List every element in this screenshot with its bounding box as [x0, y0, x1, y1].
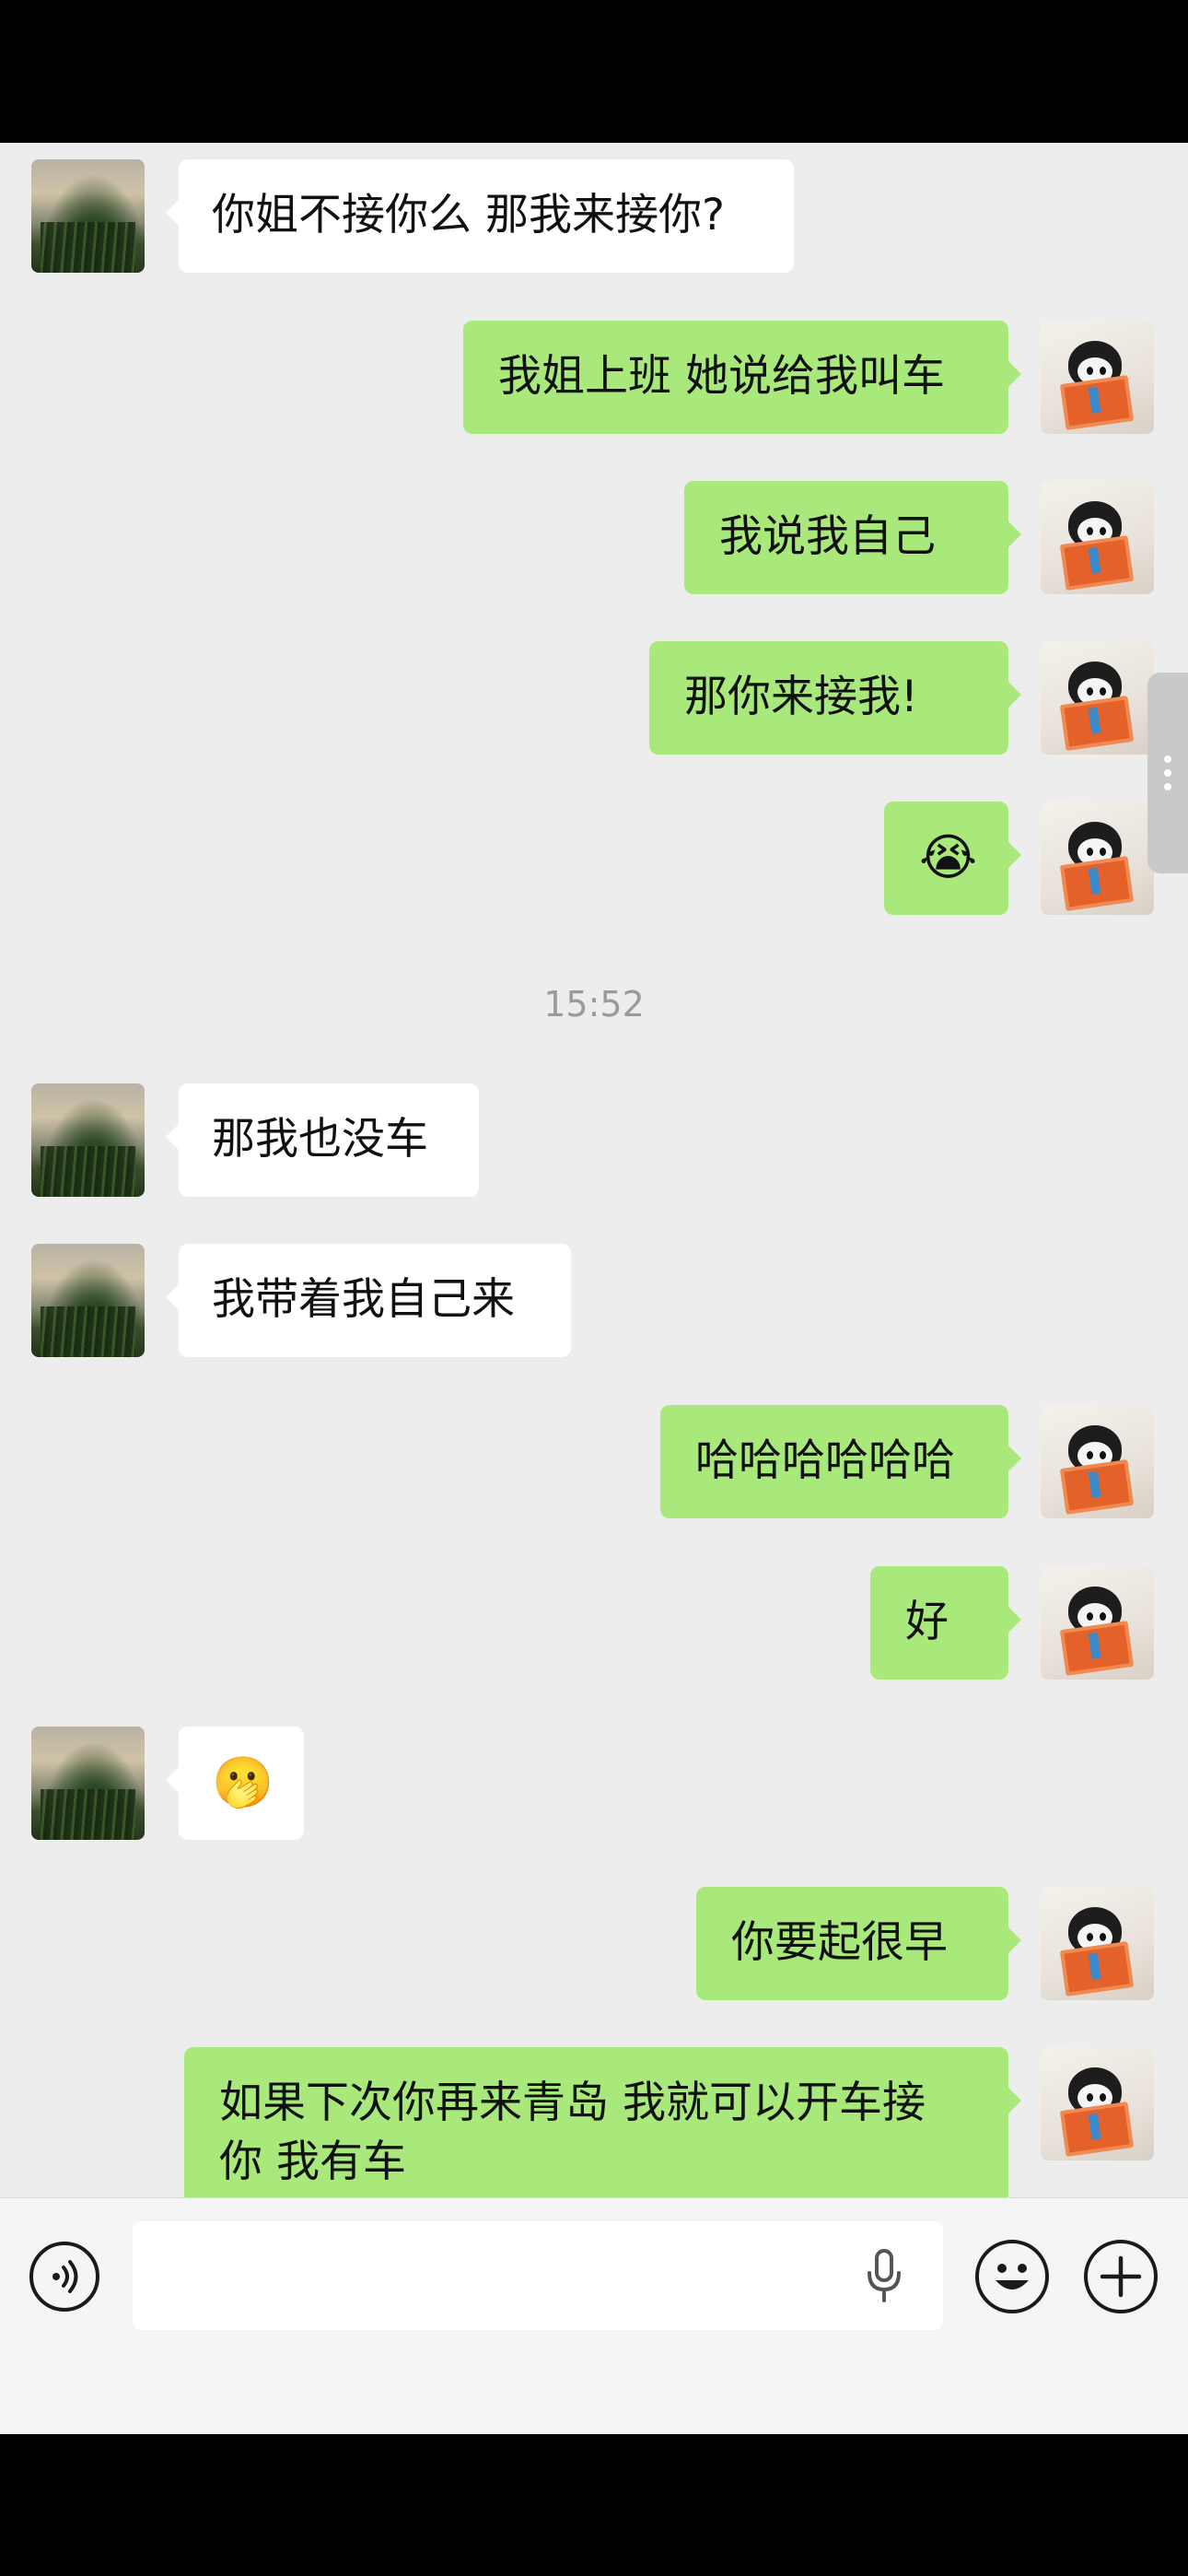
message-bubble-incoming[interactable]: 你姐不接你么 那我来接你? — [166, 159, 794, 273]
my-avatar[interactable] — [1041, 802, 1154, 915]
chat-input-bar — [0, 2197, 1188, 2434]
my-avatar[interactable] — [1041, 2047, 1154, 2160]
emoji-button[interactable] — [975, 2240, 1049, 2313]
my-avatar[interactable] — [1041, 1405, 1154, 1518]
message-bubble-outgoing[interactable]: 如果下次你再来青岛 我就可以开车接 你 我有车 — [184, 2047, 1021, 2197]
message-bubble-outgoing[interactable]: 你要起很早 — [696, 1887, 1021, 2000]
chat-message-list[interactable]: 你姐不接你么 那我来接你? 我姐上班 她说给我叫车 我说我自己 那你来接我! 😭… — [0, 143, 1188, 2197]
voice-icon — [52, 2260, 78, 2293]
contact-avatar[interactable] — [31, 159, 145, 273]
contact-avatar[interactable] — [31, 1083, 145, 1197]
message-timestamp: 15:52 — [543, 984, 645, 1025]
microphone-icon[interactable] — [862, 2247, 906, 2304]
my-avatar[interactable] — [1041, 1566, 1154, 1680]
my-avatar[interactable] — [1041, 641, 1154, 755]
plus-icon — [1100, 2255, 1142, 2298]
message-bubble-incoming[interactable]: 那我也没车 — [166, 1083, 479, 1197]
message-text-input[interactable] — [133, 2221, 943, 2330]
my-avatar[interactable] — [1041, 1887, 1154, 2000]
message-bubble-incoming[interactable]: 我带着我自己来 — [166, 1244, 571, 1357]
crying-emoji: 😭 — [919, 828, 978, 886]
my-avatar[interactable] — [1041, 481, 1154, 594]
more-functions-button[interactable] — [1084, 2240, 1158, 2313]
message-bubble-outgoing[interactable]: 好 — [870, 1566, 1021, 1680]
emoji-icon — [996, 2264, 1029, 2289]
message-line: 你 我有车 — [219, 2137, 406, 2187]
contact-avatar[interactable] — [31, 1244, 145, 1357]
voice-toggle-button[interactable] — [29, 2242, 99, 2312]
message-bubble-outgoing[interactable]: 哈哈哈哈哈哈 — [660, 1405, 1021, 1518]
contact-avatar[interactable] — [31, 1727, 145, 1840]
my-avatar[interactable] — [1041, 321, 1154, 434]
hand-over-mouth-emoji: 🫢 — [212, 1753, 274, 1811]
message-bubble-incoming[interactable]: 🫢 — [166, 1727, 304, 1840]
message-line: 如果下次你再来青岛 我就可以开车接 — [219, 2078, 926, 2128]
message-bubble-outgoing[interactable]: 我姐上班 她说给我叫车 — [463, 321, 1021, 434]
message-bubble-outgoing[interactable]: 我说我自己 — [684, 481, 1021, 594]
side-drag-handle[interactable] — [1147, 673, 1188, 873]
message-bubble-outgoing[interactable]: 那你来接我! — [649, 641, 1021, 755]
message-bubble-outgoing[interactable]: 😭 — [884, 802, 1021, 915]
